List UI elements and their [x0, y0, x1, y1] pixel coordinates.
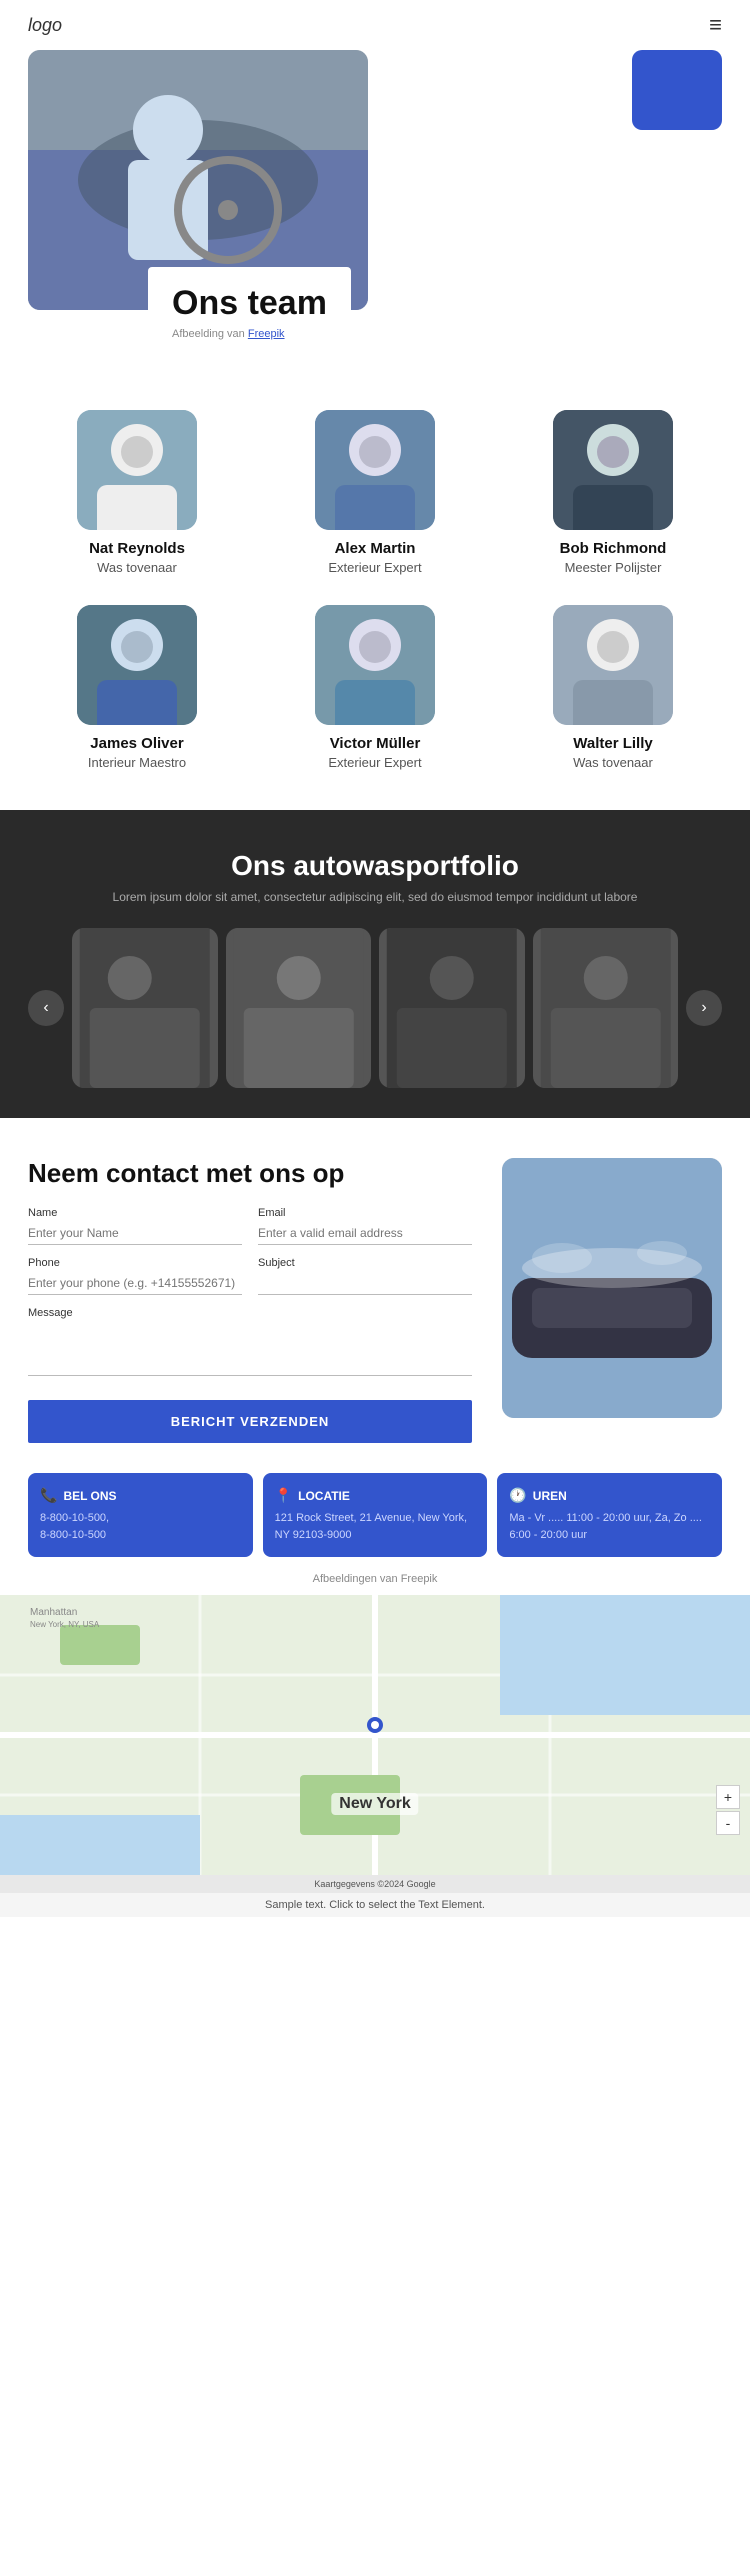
logo: logo: [28, 15, 62, 36]
name-label: Name: [28, 1207, 242, 1219]
team-name-4: Victor Müller: [330, 735, 421, 752]
subject-label: Subject: [258, 1257, 472, 1269]
sample-text[interactable]: Sample text. Click to select the Text El…: [0, 1893, 750, 1917]
info-card-hours-header: 🕐 UREN: [509, 1487, 710, 1504]
info-card-call-body: 8-800-10-500, 8-800-10-500: [40, 1510, 241, 1543]
gallery-prev-button[interactable]: ‹: [28, 990, 64, 1026]
team-photo-4: [315, 605, 435, 725]
team-card-3: James Oliver Interieur Maestro: [28, 605, 246, 770]
menu-icon[interactable]: ≡: [709, 12, 722, 38]
team-role-4: Exterieur Expert: [328, 755, 421, 770]
portfolio-title: Ons autowasportfolio: [28, 850, 722, 882]
freepik-credit: Afbeeldingen van Freepik: [0, 1573, 750, 1595]
map-label: New York: [331, 1793, 418, 1815]
zoom-out-button[interactable]: -: [716, 1811, 740, 1835]
info-card-location-body: 121 Rock Street, 21 Avenue, New York, NY…: [275, 1510, 476, 1543]
svg-text:Manhattan: Manhattan: [30, 1607, 77, 1618]
map-section: Manhattan New York, NY, USA New York + -: [0, 1595, 750, 1875]
info-card-hours: 🕐 UREN Ma - Vr ..... 11:00 - 20:00 uur, …: [497, 1473, 722, 1557]
team-photo-0: [77, 410, 197, 530]
phone-icon: 📞: [40, 1487, 57, 1504]
phone-input[interactable]: [28, 1272, 242, 1295]
hero-section: Ons team Afbeelding van Freepik: [28, 50, 722, 350]
message-label: Message: [28, 1307, 472, 1319]
team-role-0: Was tovenaar: [97, 560, 177, 575]
svg-text:New York, NY, USA: New York, NY, USA: [30, 1620, 100, 1629]
contact-image: [502, 1158, 722, 1418]
team-photo-1: [315, 410, 435, 530]
gallery-img-0: [72, 928, 218, 1088]
team-section: Nat Reynolds Was tovenaar Alex Martin Ex…: [0, 390, 750, 810]
form-group-message: Message: [28, 1307, 472, 1376]
subject-input[interactable]: [258, 1272, 472, 1295]
team-name-5: Walter Lilly: [573, 735, 652, 752]
clock-icon: 🕐: [509, 1487, 526, 1504]
team-card-5: Walter Lilly Was tovenaar: [504, 605, 722, 770]
team-card-4: Victor Müller Exterieur Expert: [266, 605, 484, 770]
hero-title: Ons team: [172, 285, 327, 322]
info-card-location-header: 📍 LOCATIE: [275, 1487, 476, 1504]
map-zoom: + -: [716, 1785, 740, 1835]
gallery-next-button[interactable]: ›: [686, 990, 722, 1026]
team-role-5: Was tovenaar: [573, 755, 653, 770]
portfolio-section: Ons autowasportfolio Lorem ipsum dolor s…: [0, 810, 750, 1118]
gallery-img-1: [226, 928, 372, 1088]
team-card-0: Nat Reynolds Was tovenaar: [28, 410, 246, 575]
hero-text-box: Ons team Afbeelding van Freepik: [148, 267, 351, 350]
team-name-3: James Oliver: [90, 735, 183, 752]
team-role-2: Meester Polijster: [565, 560, 662, 575]
team-grid: Nat Reynolds Was tovenaar Alex Martin Ex…: [28, 410, 722, 770]
hero-accent-rect: [632, 50, 722, 130]
email-label: Email: [258, 1207, 472, 1219]
email-input[interactable]: [258, 1222, 472, 1245]
team-role-1: Exterieur Expert: [328, 560, 421, 575]
portfolio-subtitle: Lorem ipsum dolor sit amet, consectetur …: [28, 890, 722, 904]
submit-button[interactable]: BERICHT VERZENDEN: [28, 1400, 472, 1443]
gallery-img-2: [379, 928, 525, 1088]
info-card-call-header: 📞 BEL ONS: [40, 1487, 241, 1504]
info-card-call-title: BEL ONS: [63, 1489, 116, 1503]
form-group-email: Email: [258, 1207, 472, 1245]
team-photo-5: [553, 605, 673, 725]
phone-label: Phone: [28, 1257, 242, 1269]
info-card-hours-title: UREN: [533, 1489, 567, 1503]
form-group-name: Name: [28, 1207, 242, 1245]
hero-source: Afbeelding van Freepik: [172, 328, 327, 340]
name-input[interactable]: [28, 1222, 242, 1245]
info-card-call: 📞 BEL ONS 8-800-10-500, 8-800-10-500: [28, 1473, 253, 1557]
team-photo-2: [553, 410, 673, 530]
gallery-images: [64, 928, 686, 1088]
team-name-0: Nat Reynolds: [89, 540, 185, 557]
gallery-img-3: [533, 928, 679, 1088]
team-card-1: Alex Martin Exterieur Expert: [266, 410, 484, 575]
map-credit: Kaartgegevens ©2024 Google: [0, 1875, 750, 1893]
freepik-link[interactable]: Freepik: [248, 328, 285, 340]
message-textarea[interactable]: [28, 1326, 472, 1376]
contact-form: Neem contact met ons op Name Email Phone…: [28, 1158, 472, 1443]
team-card-2: Bob Richmond Meester Polijster: [504, 410, 722, 575]
team-photo-3: [77, 605, 197, 725]
zoom-in-button[interactable]: +: [716, 1785, 740, 1809]
portfolio-gallery: ‹: [28, 928, 722, 1088]
form-row-phone-subject: Phone Subject: [28, 1257, 472, 1295]
team-name-1: Alex Martin: [335, 540, 416, 557]
header: logo ≡: [0, 0, 750, 50]
form-group-subject: Subject: [258, 1257, 472, 1295]
info-card-hours-body: Ma - Vr ..... 11:00 - 20:00 uur, Za, Zo …: [509, 1510, 710, 1543]
form-group-phone: Phone: [28, 1257, 242, 1295]
info-card-location-title: LOCATIE: [298, 1489, 350, 1503]
team-role-3: Interieur Maestro: [88, 755, 186, 770]
info-cards: 📞 BEL ONS 8-800-10-500, 8-800-10-500 📍 L…: [0, 1473, 750, 1573]
team-name-2: Bob Richmond: [560, 540, 667, 557]
form-row-name-email: Name Email: [28, 1207, 472, 1245]
info-card-location: 📍 LOCATIE 121 Rock Street, 21 Avenue, Ne…: [263, 1473, 488, 1557]
contact-title: Neem contact met ons op: [28, 1158, 472, 1189]
contact-section: Neem contact met ons op Name Email Phone…: [0, 1118, 750, 1473]
location-icon: 📍: [275, 1487, 292, 1504]
